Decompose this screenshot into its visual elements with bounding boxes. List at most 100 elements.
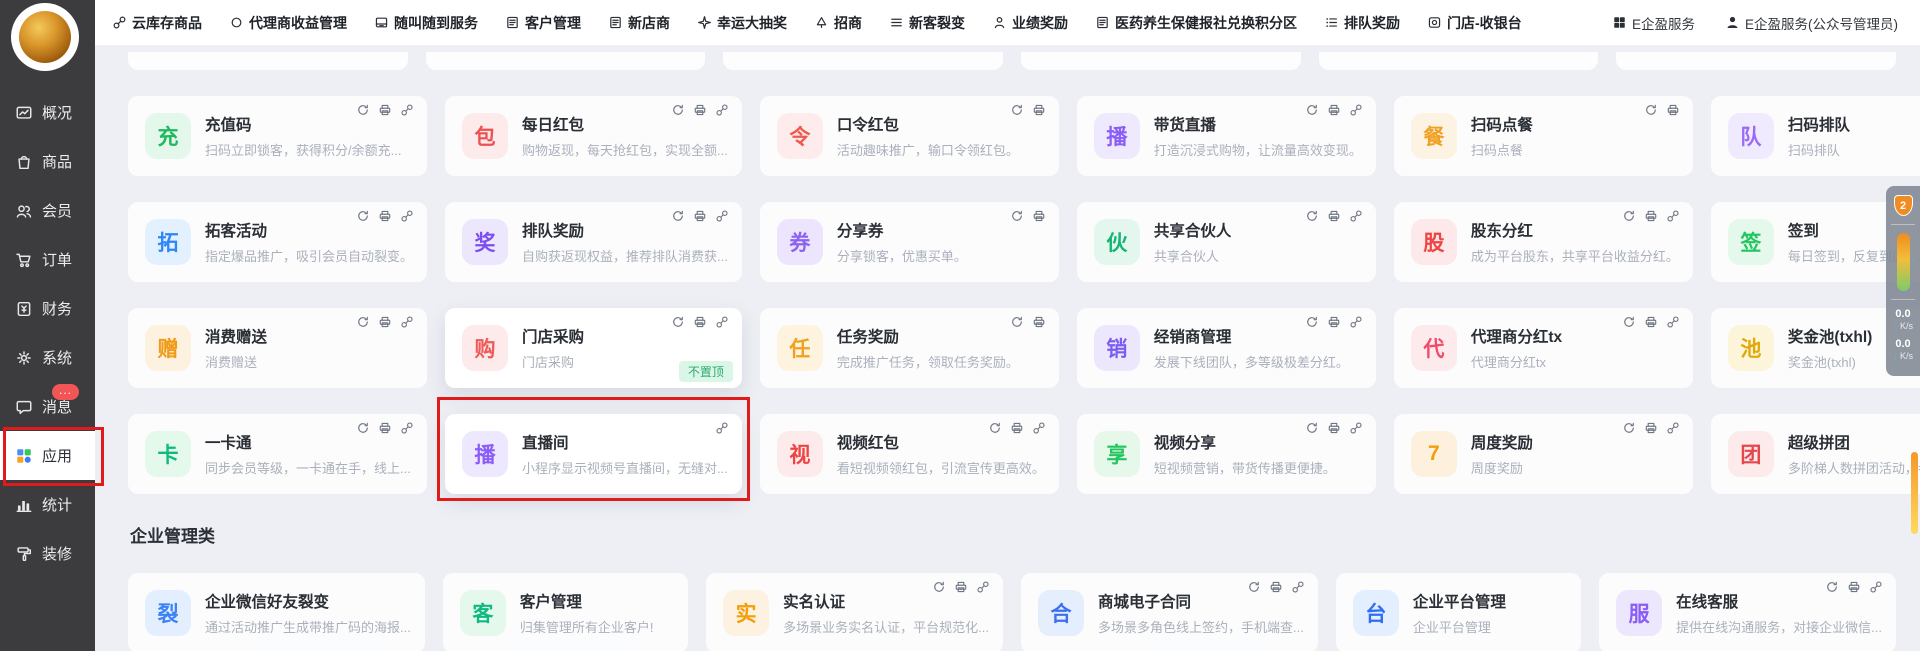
sidebar-item-system[interactable]: 系统: [0, 333, 95, 382]
topnav-item-on-call-service[interactable]: 随叫随到服务: [374, 13, 478, 33]
sync-icon[interactable]: [1305, 421, 1319, 435]
app-card-daily-redpacket[interactable]: 包 每日红包 购物返现，每天抢红包，实现全额...: [445, 96, 742, 176]
app-card-customer-expansion[interactable]: 拓 拓客活动 指定爆品推广，吸引会员自动裂变。: [128, 202, 428, 282]
sidebar-item-decorate[interactable]: 装修: [0, 529, 95, 578]
print-icon[interactable]: [693, 315, 707, 329]
sync-icon[interactable]: [1010, 209, 1024, 223]
app-card-enterprise-platform-mgmt[interactable]: 台 企业平台管理 企业平台管理: [1335, 573, 1582, 651]
app-card-consumption-gift[interactable]: 赠 消费赠送 消费赠送: [128, 308, 428, 388]
print-icon[interactable]: [1644, 209, 1658, 223]
print-icon[interactable]: [378, 103, 392, 117]
app-card-scan-queue[interactable]: 队 扫码排队 扫码排队: [1710, 96, 1920, 176]
sidebar-item-message[interactable]: 消息 ...: [0, 382, 95, 431]
sync-icon[interactable]: [988, 421, 1002, 435]
sidebar-item-members[interactable]: 会员: [0, 186, 95, 235]
link-icon[interactable]: [400, 209, 414, 223]
print-icon[interactable]: [1032, 103, 1046, 117]
print-icon[interactable]: [1327, 103, 1341, 117]
link-icon[interactable]: [1666, 315, 1680, 329]
app-card-recharge-code[interactable]: 充 充值码 扫码立即锁客，获得积分/余额充...: [128, 96, 428, 176]
app-card-task-reward[interactable]: 任 任务奖励 完成推广任务，领取任务奖励。: [759, 308, 1059, 388]
sync-icon[interactable]: [671, 315, 685, 329]
app-card-scan-order-food[interactable]: 餐 扫码点餐 扫码点餐: [1393, 96, 1693, 176]
app-card-store-purchase[interactable]: 购 门店采购 门店采购 不置顶: [445, 308, 742, 388]
scrollbar-thumb[interactable]: [1911, 452, 1918, 534]
link-icon[interactable]: [1666, 421, 1680, 435]
sidebar-item-goods[interactable]: 商品: [0, 137, 95, 186]
sidebar-item-stats[interactable]: 统计: [0, 480, 95, 529]
app-card-dealer-mgmt[interactable]: 销 经销商管理 发展下线团队，多等级极差分红。: [1076, 308, 1376, 388]
app-card-queue-reward-app[interactable]: 奖 排队奖励 自购获返现权益，推荐排队消费获...: [445, 202, 742, 282]
sync-icon[interactable]: [1010, 103, 1024, 117]
sync-icon[interactable]: [671, 103, 685, 117]
topnav-item-new-shop[interactable]: 新店商: [608, 13, 670, 33]
app-card-video-share[interactable]: 享 视频分享 短视频营销，带货传播更便捷。: [1076, 414, 1376, 494]
sync-icon[interactable]: [932, 580, 946, 594]
topnav-item-cloud-stock[interactable]: 云库存商品: [112, 13, 202, 33]
topnav-item-customer-mgmt[interactable]: 客户管理: [505, 13, 581, 33]
sidebar-item-orders[interactable]: 订单: [0, 235, 95, 284]
link-icon[interactable]: [1032, 421, 1046, 435]
link-icon[interactable]: [976, 580, 990, 594]
app-card-weekly-reward[interactable]: 7 周度奖励 周度奖励: [1393, 414, 1693, 494]
sync-icon[interactable]: [1644, 103, 1658, 117]
app-card-online-service[interactable]: 服 在线客服 提供在线沟通服务，对接企业微信...: [1599, 573, 1896, 651]
print-icon[interactable]: [378, 315, 392, 329]
print-icon[interactable]: [1327, 315, 1341, 329]
sidebar-item-apps[interactable]: 应用: [0, 427, 104, 486]
topnav-item-performance-reward[interactable]: 业绩奖励: [992, 13, 1068, 33]
link-icon[interactable]: [400, 421, 414, 435]
topnav-item-medical-points-zone[interactable]: 医药养生保健报社兑换积分区: [1095, 13, 1297, 33]
sync-icon[interactable]: [1622, 315, 1636, 329]
print-icon[interactable]: [1327, 421, 1341, 435]
sync-icon[interactable]: [1622, 209, 1636, 223]
link-icon[interactable]: [715, 421, 729, 435]
app-card-mall-e-contract[interactable]: 合 商城电子合同 多场景多角色线上签约，手机端查...: [1021, 573, 1318, 651]
app-card-live-room[interactable]: 播 直播间 小程序显示视频号直播间，无缝对...: [437, 397, 750, 501]
link-icon[interactable]: [400, 103, 414, 117]
app-card-live-commerce[interactable]: 播 带货直播 打造沉浸式购物，让流量高效变现。: [1076, 96, 1376, 176]
print-icon[interactable]: [1032, 315, 1046, 329]
topnav-item-queue-reward[interactable]: 排队奖励: [1324, 13, 1400, 33]
sync-icon[interactable]: [356, 103, 370, 117]
print-icon[interactable]: [1327, 209, 1341, 223]
print-icon[interactable]: [1269, 580, 1283, 594]
link-icon[interactable]: [1349, 103, 1363, 117]
app-card-password-redpacket[interactable]: 令 口令红包 活动趣味推广，输口令领红包。: [759, 96, 1059, 176]
sync-icon[interactable]: [1305, 209, 1319, 223]
app-card-customer-management[interactable]: 客 客户管理 归集管理所有企业客户!: [442, 573, 689, 651]
sync-icon[interactable]: [1247, 580, 1261, 594]
print-icon[interactable]: [1666, 103, 1680, 117]
link-icon[interactable]: [1349, 315, 1363, 329]
app-card-super-groupbuy[interactable]: 团 超级拼团 多阶梯人数拼团活动，参与拼团优...: [1710, 414, 1920, 494]
app-card-shareholder-dividend[interactable]: 股 股东分红 成为平台股东，共享平台收益分红。: [1393, 202, 1693, 282]
topnav-item-agent-revenue[interactable]: 代理商收益管理: [229, 13, 347, 33]
sync-icon[interactable]: [356, 421, 370, 435]
sync-icon[interactable]: [671, 209, 685, 223]
app-card-share-coupon[interactable]: 券 分享券 分享锁客，优惠买单。: [759, 202, 1059, 282]
print-icon[interactable]: [378, 209, 392, 223]
network-monitor-widget[interactable]: 2 0.0 ↑ K/s 0.0 ↓ K/s: [1886, 186, 1920, 376]
sidebar-item-overview[interactable]: 概况: [0, 88, 95, 137]
print-icon[interactable]: [1644, 315, 1658, 329]
link-icon[interactable]: [1869, 580, 1883, 594]
sync-icon[interactable]: [1305, 315, 1319, 329]
app-card-real-name-auth[interactable]: 实 实名认证 多场景业务实名认证，平台规范化...: [706, 573, 1003, 651]
sync-icon[interactable]: [356, 315, 370, 329]
sync-icon[interactable]: [1622, 421, 1636, 435]
sync-icon[interactable]: [1305, 103, 1319, 117]
print-icon[interactable]: [1847, 580, 1861, 594]
link-icon[interactable]: [1349, 209, 1363, 223]
topnav-item-new-customer-fission[interactable]: 新客裂变: [889, 13, 965, 33]
link-icon[interactable]: [1291, 580, 1305, 594]
topnav-item-investment[interactable]: 招商: [814, 13, 862, 33]
link-icon[interactable]: [715, 315, 729, 329]
sync-icon[interactable]: [1010, 315, 1024, 329]
link-icon[interactable]: [715, 209, 729, 223]
app-card-one-card[interactable]: 卡 一卡通 同步会员等级，一卡通在手，线上...: [128, 414, 428, 494]
link-icon[interactable]: [1349, 421, 1363, 435]
print-icon[interactable]: [1032, 209, 1046, 223]
app-card-shared-partner[interactable]: 伙 共享合伙人 共享合伙人: [1076, 202, 1376, 282]
app-card-wecom-friend-fission[interactable]: 裂 企业微信好友裂变 通过活动推广生成带推广码的海报...: [128, 573, 425, 651]
print-icon[interactable]: [1010, 421, 1024, 435]
